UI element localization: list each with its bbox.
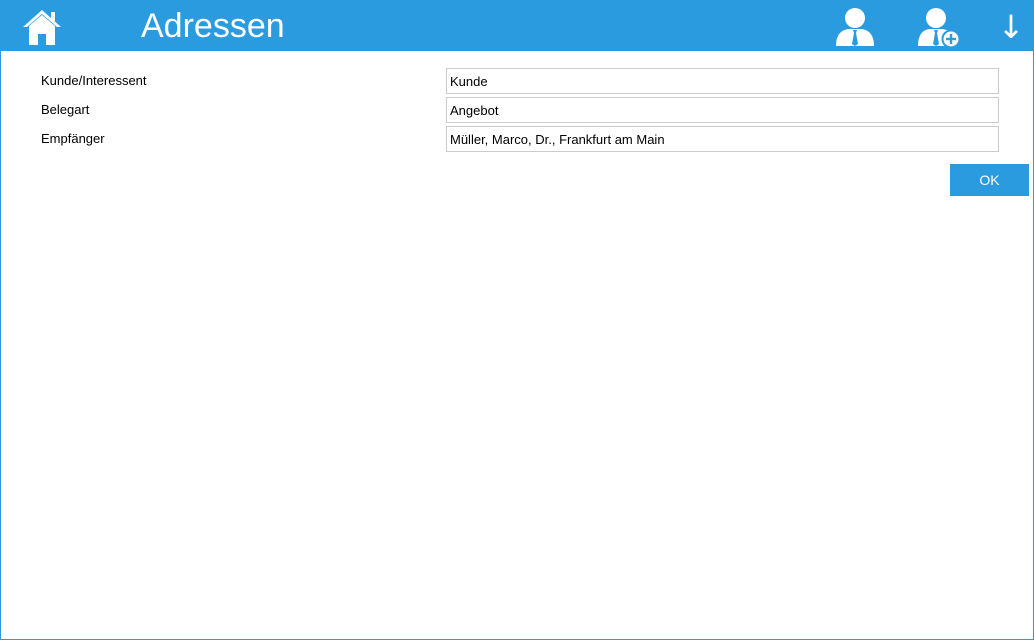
recipient-field[interactable]: [446, 126, 999, 152]
document-type-label: Belegart: [41, 102, 90, 117]
form-row-recipient: Empfänger: [1, 126, 1033, 152]
title-bar: Adressen ↓: [1, 1, 1033, 51]
form-row-document-type: Belegart: [1, 97, 1033, 123]
recipient-label: Empfänger: [41, 131, 105, 146]
ok-button[interactable]: OK: [950, 164, 1029, 196]
down-arrow-icon[interactable]: ↓: [997, 6, 1025, 48]
home-button[interactable]: [21, 7, 63, 47]
address-window: Adressen ↓ Kunde/Interessent Belegart: [0, 0, 1034, 640]
customer-type-field[interactable]: [446, 68, 999, 94]
document-type-field[interactable]: [446, 97, 999, 123]
person-button[interactable]: [833, 6, 877, 48]
page-title: Adressen: [141, 7, 285, 45]
customer-type-label: Kunde/Interessent: [41, 73, 147, 88]
person-icon: [836, 8, 874, 46]
form-row-customer-type: Kunde/Interessent: [1, 68, 1033, 94]
home-icon: [23, 10, 61, 45]
person-add-icon: [918, 8, 961, 49]
person-add-button[interactable]: [916, 6, 962, 49]
